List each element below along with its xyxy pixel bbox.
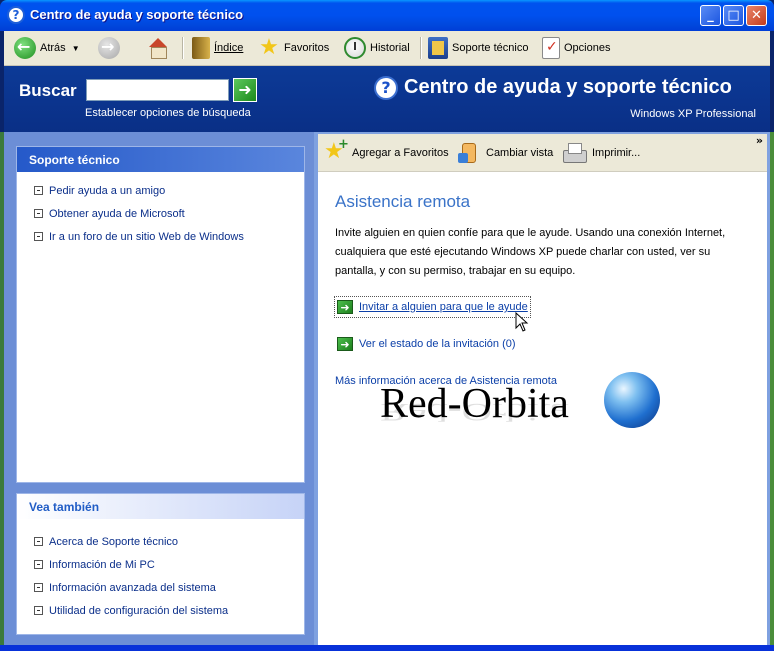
mouse-pointer-icon (515, 312, 529, 332)
page-subtitle: Windows XP Professional (630, 108, 756, 120)
more-chevron-icon[interactable]: » (756, 134, 763, 147)
bullet-icon (34, 186, 43, 195)
home-icon (147, 37, 169, 59)
search-go-button[interactable]: ➜ (233, 78, 257, 102)
list-item[interactable]: Información avanzada del sistema (34, 581, 304, 594)
back-button[interactable]: Atrás ▼ (14, 35, 80, 61)
help-icon: ? (374, 76, 398, 100)
change-view-button[interactable]: Cambiar vista (458, 140, 553, 166)
maximize-button[interactable]: □ (723, 5, 744, 26)
bullet-icon (34, 583, 43, 592)
support-button[interactable]: Soporte técnico (428, 35, 528, 61)
toolbar-separator (182, 37, 183, 59)
favorites-button[interactable]: ★ Favoritos (258, 35, 329, 61)
toolbar-separator (420, 37, 421, 59)
forward-button[interactable] (98, 35, 124, 61)
index-button[interactable]: Índice (192, 35, 243, 61)
favorites-label: Favoritos (284, 42, 330, 54)
help-icon: ? (7, 6, 25, 24)
options-checklist-icon (542, 37, 560, 59)
home-button[interactable] (147, 35, 173, 61)
star-icon: ★ (259, 35, 279, 60)
bullet-icon (34, 232, 43, 241)
list-item[interactable]: Utilidad de configuración del sistema (34, 604, 304, 617)
page-title: Centro de ayuda y soporte técnico (404, 76, 732, 98)
print-button[interactable]: Imprimir... (562, 140, 640, 166)
globe-icon (604, 372, 660, 428)
options-button[interactable]: Opciones (542, 35, 610, 61)
list-item[interactable]: Acerca de Soporte técnico (34, 535, 304, 548)
search-label: Buscar (19, 81, 77, 100)
minimize-button[interactable]: _ (700, 5, 721, 26)
close-button[interactable]: ✕ (746, 5, 767, 26)
forward-arrow-icon (98, 37, 120, 59)
help-center-window: ? Centro de ayuda y soporte técnico _ □ … (0, 0, 774, 651)
search-options-link[interactable]: Establecer opciones de búsqueda (85, 107, 251, 119)
green-arrow-icon: ➜ (337, 300, 353, 314)
chevron-down-icon[interactable]: ▼ (72, 44, 80, 53)
invite-helper-link[interactable]: ➜ Invitar a alguien para que le ayude (334, 296, 531, 318)
window-border (0, 645, 774, 651)
panel-title: Soporte técnico (17, 147, 304, 172)
history-button[interactable]: Historial (344, 35, 410, 61)
support-panel: Soporte técnico Pedir ayuda a un amigo O… (16, 146, 305, 483)
title-bar[interactable]: ? Centro de ayuda y soporte técnico _ □ … (0, 0, 774, 31)
search-input[interactable] (86, 79, 229, 101)
search-header: Buscar ➜ Establecer opciones de búsqueda… (4, 66, 770, 132)
printer-icon (562, 142, 587, 164)
bullet-icon (34, 537, 43, 546)
list-item[interactable]: Información de Mi PC (34, 558, 304, 571)
article-body: Invite alguien en quien confíe para que … (335, 227, 726, 277)
navigation-toolbar: Atrás ▼ Índice ★ Favoritos Historial Sop… (4, 31, 770, 66)
watermark-logo: Red-Orbita Red-Orbita (380, 372, 670, 462)
list-item[interactable]: Pedir ayuda a un amigo (34, 184, 304, 197)
support-label: Soporte técnico (452, 42, 529, 54)
green-arrow-icon: ➜ (337, 337, 353, 351)
add-to-favorites-button[interactable]: Agregar a Favoritos (324, 137, 449, 166)
back-arrow-icon (14, 37, 36, 59)
see-also-panel: Vea también Acerca de Soporte técnico In… (16, 493, 305, 635)
article-toolbar: Agregar a Favoritos Cambiar vista Imprim… (318, 134, 767, 172)
watermark-reflection: Red-Orbita (380, 397, 569, 426)
desktop-edge (770, 132, 774, 651)
history-label: Historial (370, 42, 410, 54)
options-label: Opciones (564, 42, 611, 54)
arrow-right-icon: ➜ (238, 80, 252, 99)
window-title: Centro de ayuda y soporte técnico (30, 7, 244, 22)
index-book-icon (192, 37, 210, 59)
invitation-status-link[interactable]: ➜ Ver el estado de la invitación (0) (337, 337, 516, 351)
back-label: Atrás (40, 42, 66, 54)
list-item[interactable]: Obtener ayuda de Microsoft (34, 207, 304, 220)
add-favorite-star-icon (324, 137, 349, 165)
bullet-icon (34, 209, 43, 218)
support-icon (428, 37, 448, 59)
bullet-icon (34, 606, 43, 615)
article-title: Asistencia remota (335, 192, 471, 211)
bullet-icon (34, 560, 43, 569)
history-clock-icon (344, 37, 366, 59)
index-label: Índice (214, 42, 244, 54)
panel-title: Vea también (17, 494, 304, 519)
change-view-icon (458, 141, 480, 165)
list-item[interactable]: Ir a un foro de un sitio Web de Windows (34, 230, 304, 243)
